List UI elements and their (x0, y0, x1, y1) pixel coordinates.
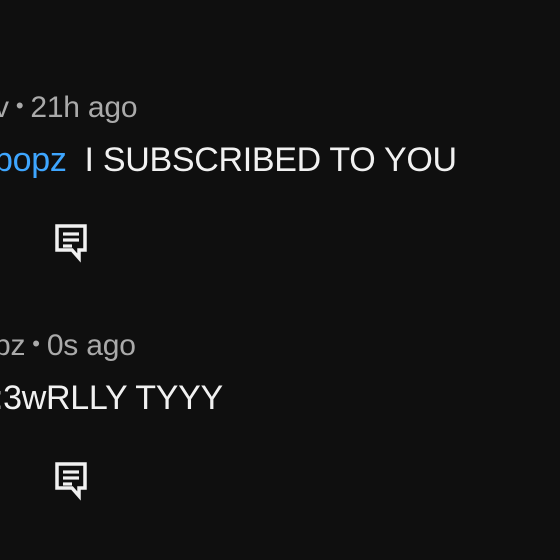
comment-message: :3wRLLY TYYY (0, 379, 223, 417)
comment-text: popz I SUBSCRIBED TO YOU (0, 136, 457, 184)
reply-comment-icon[interactable] (52, 220, 90, 264)
comment-meta: pz • 0s ago (0, 324, 136, 370)
comment-time: 0s ago (46, 329, 136, 362)
comment-meta: v • 21h ago (0, 86, 138, 132)
meta-separator: • (32, 331, 40, 356)
reply-comment-icon[interactable] (52, 458, 90, 502)
comment-mention[interactable]: popz (0, 141, 67, 179)
comment-text: :3wRLLY TYYY (0, 374, 223, 422)
comment-thread: v • 21h ago popz I SUBSCRIBED TO YOU pz • 0s … (0, 0, 560, 560)
comment-author[interactable]: v (0, 91, 9, 124)
meta-separator: • (15, 93, 24, 118)
comment-message: I SUBSCRIBED TO YOU (84, 141, 457, 179)
comment-author[interactable]: pz (0, 329, 25, 362)
comment-time: 21h ago (30, 91, 138, 124)
